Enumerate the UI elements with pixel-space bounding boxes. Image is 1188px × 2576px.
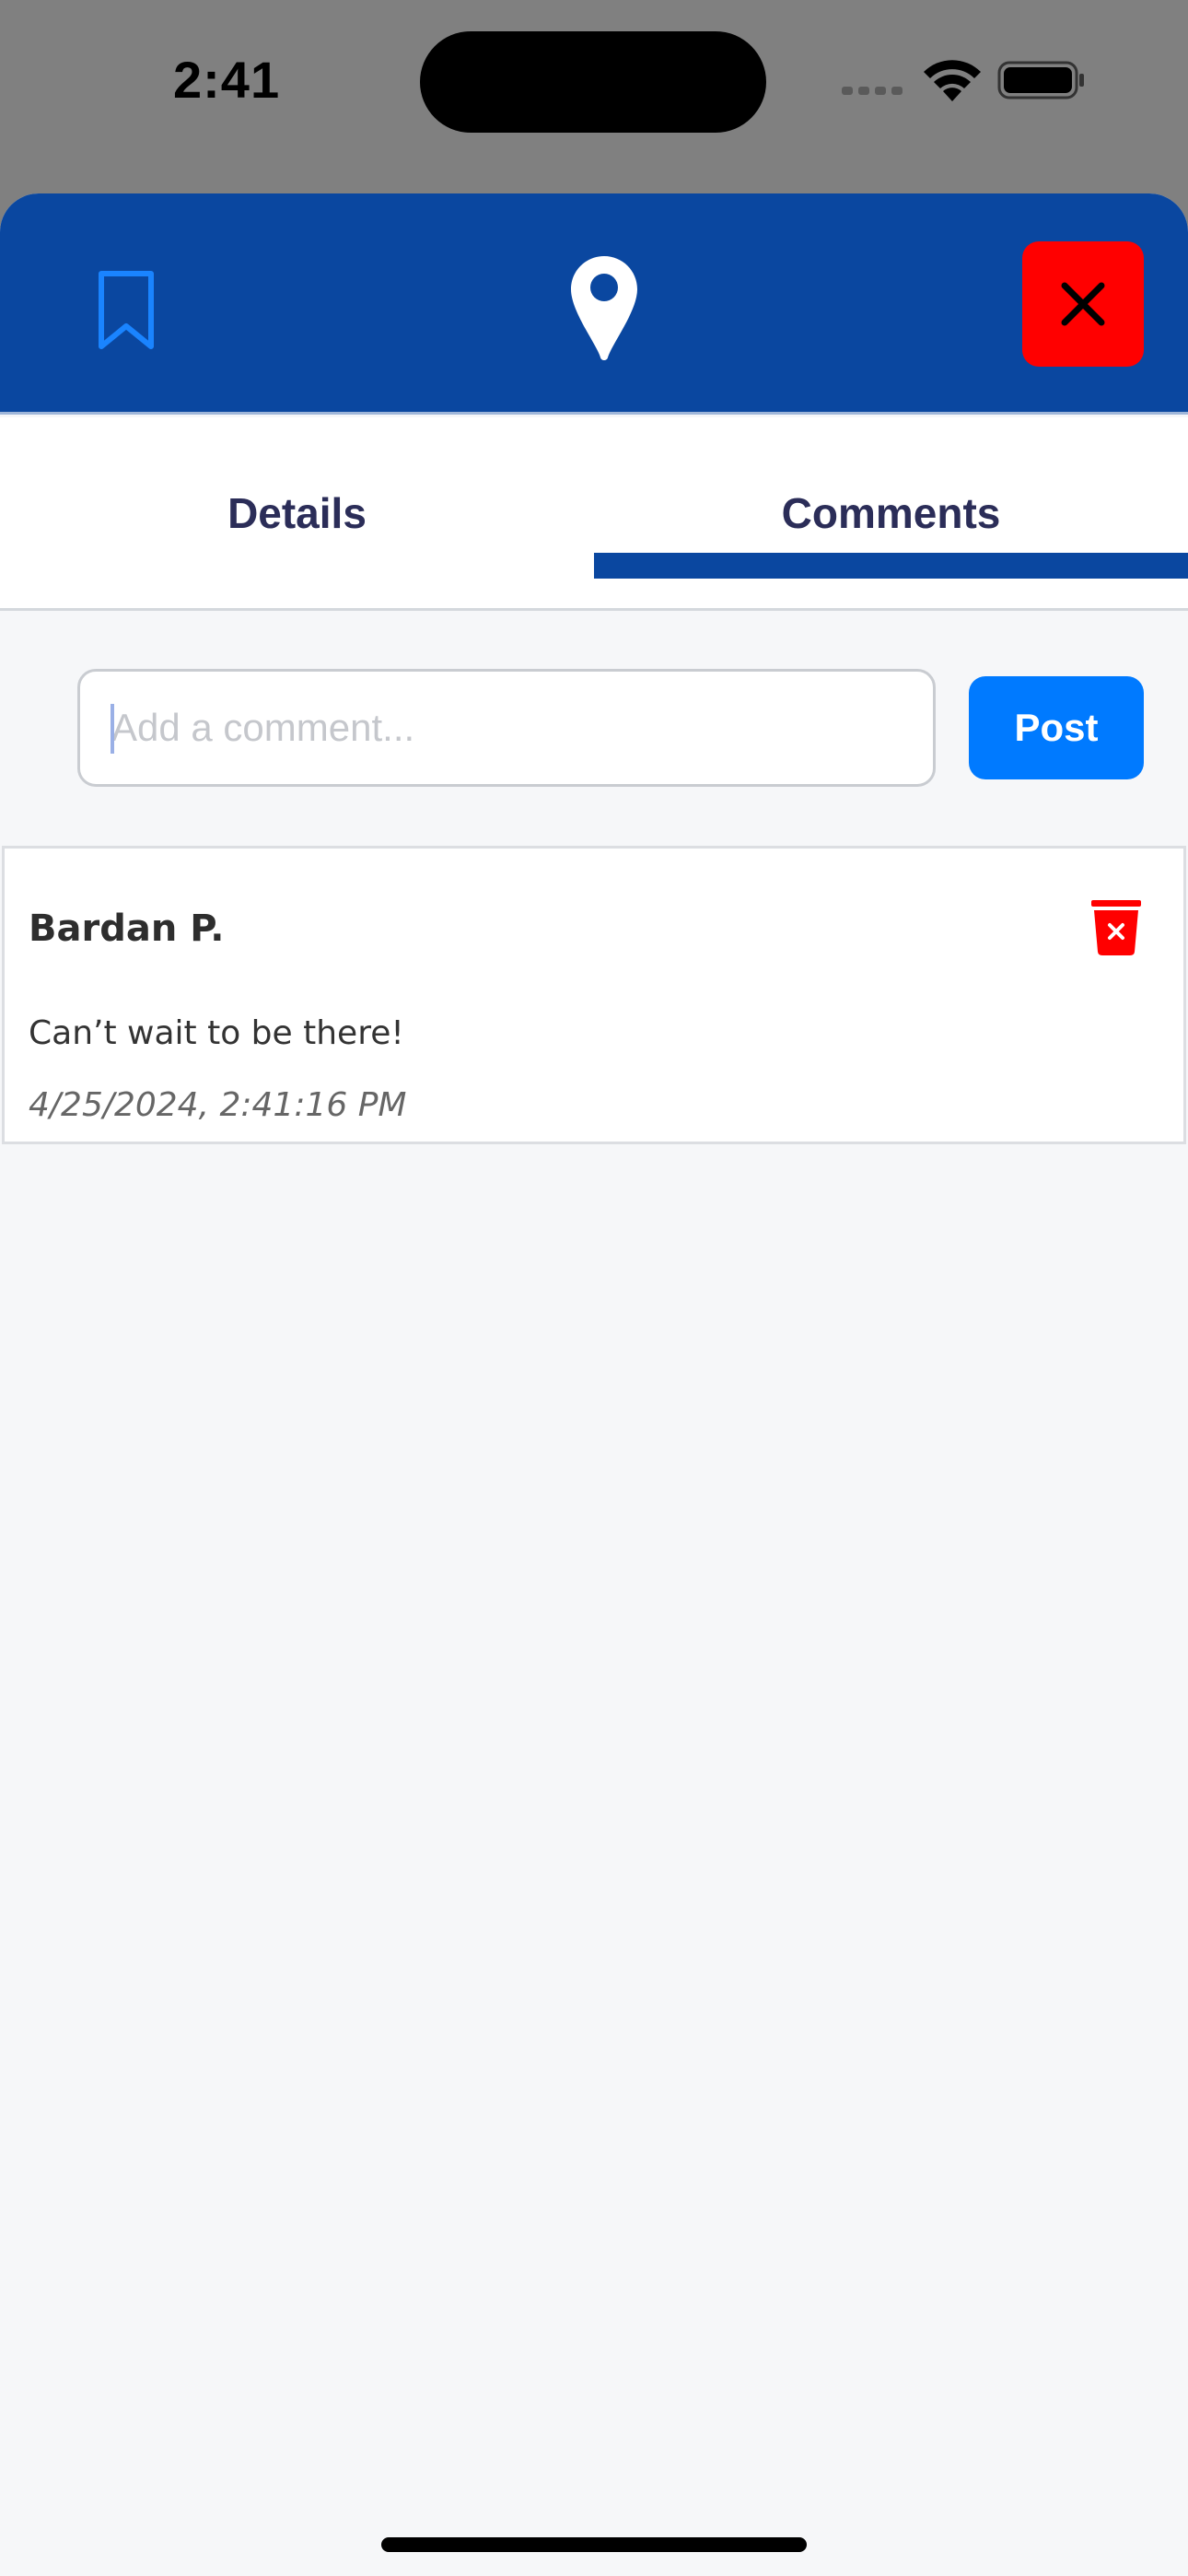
- close-button[interactable]: [1022, 241, 1144, 367]
- screen: 2:41 Details Comments Add a comment... P…: [0, 0, 1188, 2576]
- comment-timestamp: 4/25/2024, 2:41:16 PM: [29, 1086, 407, 1124]
- comment-card: Bardan P. Can’t wait to be there! 4/25/2…: [2, 846, 1186, 1144]
- status-time: 2:41: [173, 51, 281, 109]
- tab-bar: Details Comments: [0, 417, 1188, 611]
- cellular-signal-icon: [842, 87, 903, 95]
- sheet-header: [0, 193, 1188, 415]
- bookmark-icon[interactable]: [96, 269, 157, 352]
- battery-icon: [997, 61, 1084, 100]
- comment-input[interactable]: [77, 669, 936, 787]
- comment-text: Can’t wait to be there!: [29, 1014, 404, 1052]
- home-indicator[interactable]: [381, 2537, 807, 2552]
- active-tab-indicator: [594, 553, 1188, 579]
- status-bar: 2:41: [0, 0, 1188, 157]
- dynamic-island: [420, 31, 766, 133]
- close-x-icon: [1061, 282, 1105, 326]
- detail-sheet: Details Comments Post Bardan P. Can’t wa…: [0, 193, 1188, 2576]
- tab-comments[interactable]: Comments: [594, 417, 1188, 608]
- map-pin-icon: [571, 256, 637, 360]
- trash-icon[interactable]: [1091, 900, 1141, 955]
- comment-author: Bardan P.: [29, 907, 225, 950]
- text-caret: [111, 704, 114, 754]
- post-button[interactable]: Post: [969, 676, 1144, 779]
- tab-details[interactable]: Details: [0, 417, 594, 608]
- wifi-icon: [924, 60, 981, 101]
